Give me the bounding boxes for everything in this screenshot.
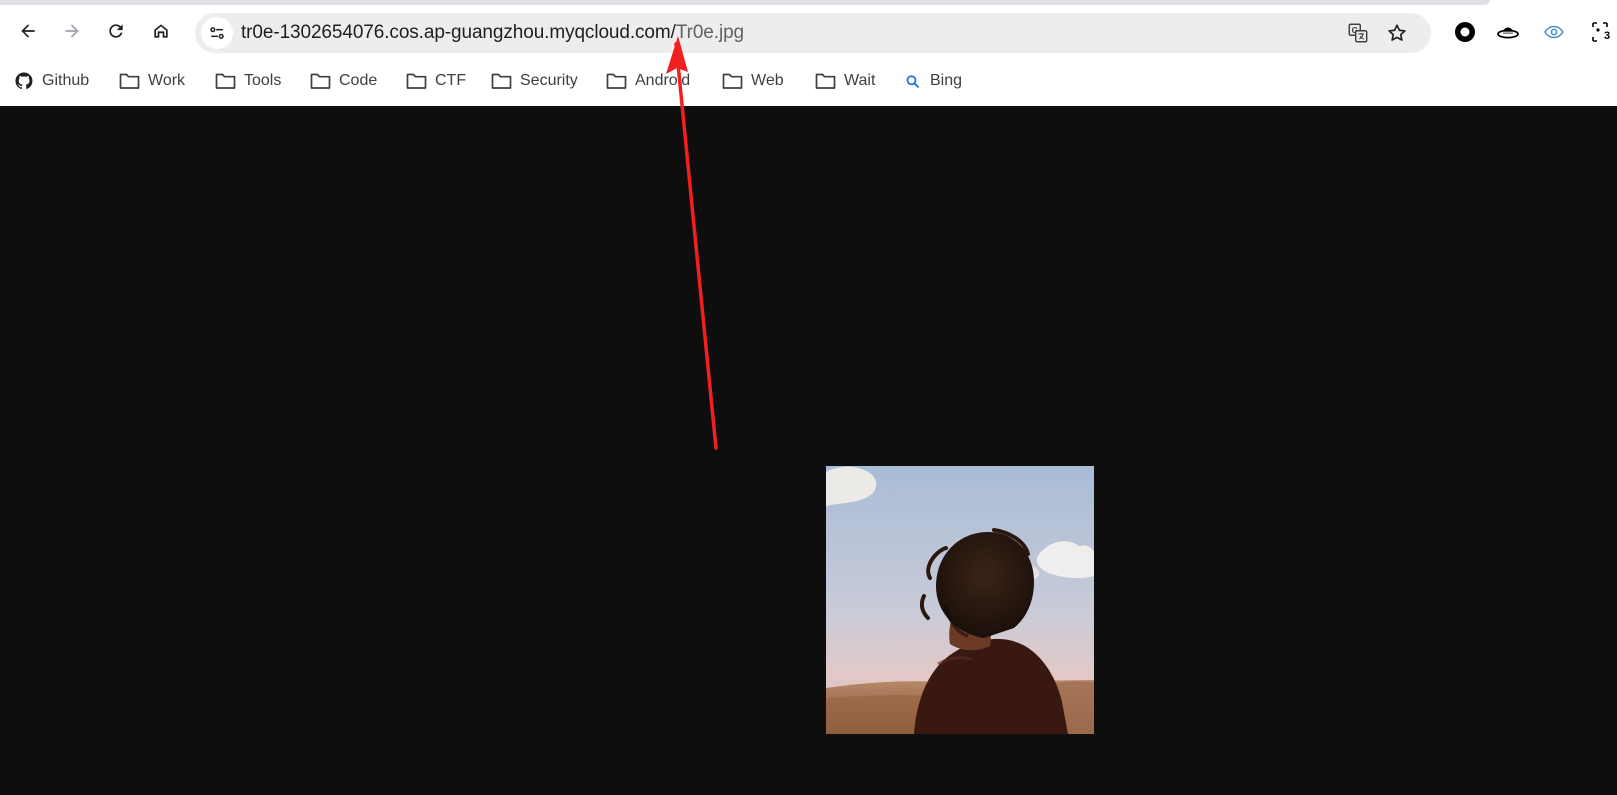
bookmark-label: Tools bbox=[244, 72, 282, 89]
page-viewport bbox=[0, 106, 1617, 795]
extension-hat[interactable] bbox=[1494, 18, 1522, 46]
bookmark-folder-tools[interactable]: Tools bbox=[215, 66, 281, 96]
address-bar[interactable]: tr0e-1302654076.cos.ap-guangzhou.myqclou… bbox=[195, 13, 1431, 53]
back-button[interactable] bbox=[11, 14, 45, 48]
bookmark-label: CTF bbox=[435, 72, 467, 89]
folder-icon bbox=[722, 73, 743, 89]
record-circle-icon bbox=[1455, 22, 1475, 42]
url-text[interactable]: tr0e-1302654076.cos.ap-guangzhou.myqclou… bbox=[241, 22, 744, 44]
bookmark-label: Wait bbox=[844, 72, 876, 89]
bookmark-star-button[interactable] bbox=[1385, 21, 1409, 45]
home-icon bbox=[154, 24, 168, 38]
translate-button[interactable]: G bbox=[1346, 21, 1370, 45]
photo-boy-looking-away bbox=[826, 466, 1094, 734]
bookmark-folder-web[interactable]: Web bbox=[722, 66, 784, 96]
star-icon bbox=[1388, 24, 1406, 41]
folder-icon bbox=[815, 73, 836, 89]
bookmark-label: Github bbox=[42, 72, 90, 89]
bookmark-label: Android bbox=[635, 72, 691, 89]
reload-icon bbox=[109, 24, 123, 38]
site-info-button[interactable] bbox=[201, 17, 233, 49]
reload-button[interactable] bbox=[99, 14, 133, 48]
bookmark-folder-android[interactable]: Android bbox=[606, 66, 690, 96]
bookmark-label: Security bbox=[520, 72, 578, 89]
home-button[interactable] bbox=[144, 14, 178, 48]
folder-icon bbox=[215, 73, 236, 89]
bookmark-label: Work bbox=[148, 72, 186, 89]
extension-screenshot[interactable]: 3 bbox=[1586, 18, 1614, 46]
search-icon bbox=[906, 74, 919, 88]
folder-icon bbox=[406, 73, 427, 89]
translate-icon: G bbox=[1348, 23, 1368, 43]
url-host: tr0e-1302654076.cos.ap-guangzhou.myqclou… bbox=[241, 22, 676, 43]
github-icon bbox=[15, 72, 33, 90]
folder-icon bbox=[310, 73, 331, 89]
bookmark-folder-security[interactable]: Security bbox=[491, 66, 578, 96]
eye-icon bbox=[1544, 25, 1564, 39]
folder-icon bbox=[491, 73, 512, 89]
browser-toolbar: tr0e-1302654076.cos.ap-guangzhou.myqclou… bbox=[0, 10, 1617, 54]
extension-record[interactable] bbox=[1451, 18, 1479, 46]
bookmark-github[interactable]: Github bbox=[14, 66, 89, 96]
hat-icon bbox=[1497, 27, 1519, 39]
bookmark-folder-ctf[interactable]: CTF bbox=[406, 66, 466, 96]
bookmark-folder-code[interactable]: Code bbox=[310, 66, 377, 96]
url-path: Tr0e.jpg bbox=[675, 22, 745, 43]
bookmark-label: Code bbox=[339, 72, 378, 89]
browser-chrome: tr0e-1302654076.cos.ap-guangzhou.myqclou… bbox=[0, 0, 1617, 106]
arrow-right-icon bbox=[65, 24, 79, 38]
bookmark-folder-wait[interactable]: Wait bbox=[815, 66, 875, 96]
folder-icon bbox=[606, 73, 627, 89]
forward-button[interactable] bbox=[55, 14, 89, 48]
extension-eye[interactable] bbox=[1540, 18, 1568, 46]
photo-image bbox=[826, 466, 1094, 734]
arrow-left-icon bbox=[21, 24, 35, 38]
extension-badge: 3 bbox=[1604, 30, 1611, 42]
tab-strip bbox=[0, 0, 1490, 5]
bookmark-label: Web bbox=[751, 72, 784, 89]
site-info-icon bbox=[210, 27, 224, 39]
bookmarks-bar: Github Work Tools Code CTF Security Andr… bbox=[0, 66, 1617, 96]
bookmark-bing[interactable]: Bing bbox=[905, 66, 962, 96]
bookmark-folder-work[interactable]: Work bbox=[119, 66, 185, 96]
folder-icon bbox=[119, 73, 140, 89]
bookmark-label: Bing bbox=[930, 72, 963, 89]
